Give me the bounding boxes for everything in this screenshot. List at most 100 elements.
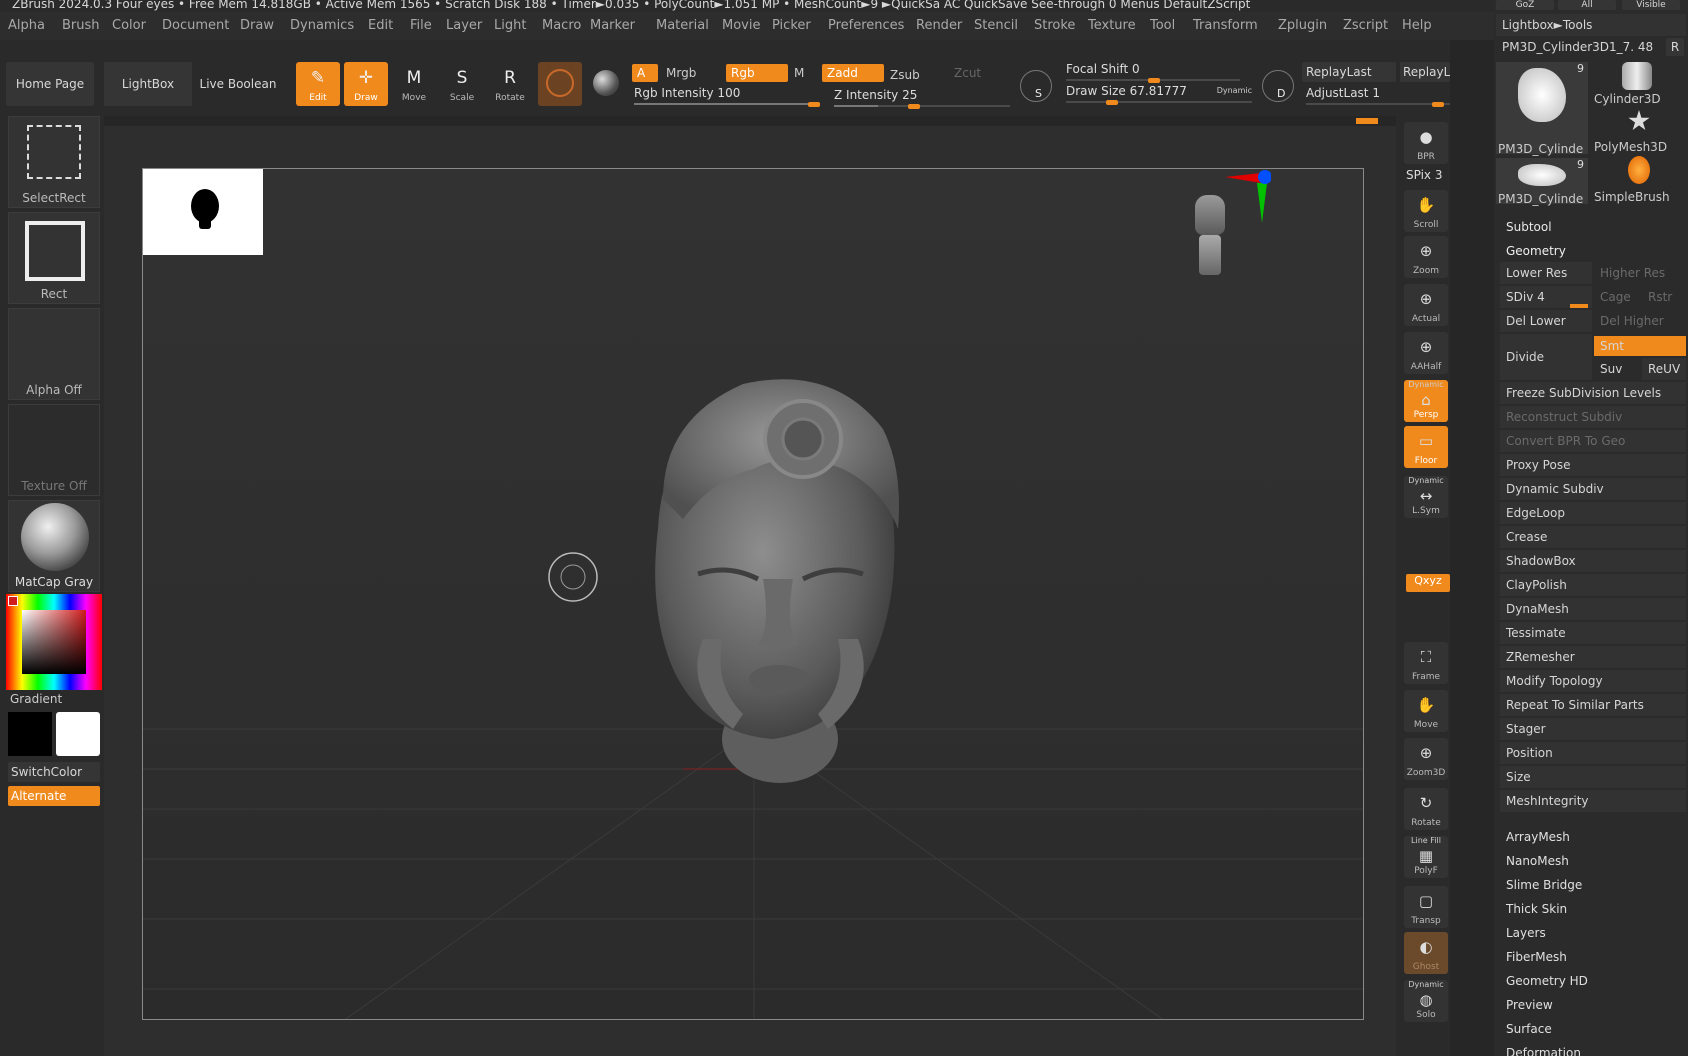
tray-top-visible-button[interactable]: Visible bbox=[1622, 0, 1680, 10]
menu-stencil[interactable]: Stencil bbox=[974, 18, 1018, 33]
menu-brush[interactable]: Brush bbox=[62, 18, 100, 33]
geometry-position-button[interactable]: Position bbox=[1500, 742, 1686, 764]
tool-edit-button[interactable]: ✎ Edit bbox=[296, 62, 340, 106]
alpha-button[interactable]: Alpha Off bbox=[8, 308, 100, 400]
shelf-zoom3d-button[interactable]: ⊕ Zoom3D bbox=[1404, 738, 1448, 780]
menu-movie[interactable]: Movie bbox=[722, 18, 760, 33]
shelf-persp-button[interactable]: Dynamic ⌂ Persp bbox=[1404, 380, 1448, 422]
geometry-tessimate-button[interactable]: Tessimate bbox=[1500, 622, 1686, 644]
geometry-size-button[interactable]: Size bbox=[1500, 766, 1686, 788]
tray-top-all-button[interactable]: All bbox=[1558, 0, 1616, 10]
tool-thumbnail-2[interactable]: PolyMesh3D bbox=[1592, 108, 1684, 154]
menu-color[interactable]: Color bbox=[112, 18, 146, 33]
section-nanomesh[interactable]: NanoMesh bbox=[1506, 854, 1569, 868]
color-picker[interactable] bbox=[6, 594, 102, 690]
section-preview[interactable]: Preview bbox=[1506, 998, 1553, 1012]
divide-button[interactable]: Divide bbox=[1500, 334, 1592, 380]
lightbox-tools-button[interactable]: Lightbox►Tools bbox=[1496, 14, 1686, 36]
alternate-button[interactable]: Alternate bbox=[8, 786, 100, 806]
document-canvas[interactable] bbox=[142, 168, 1364, 1020]
r-button[interactable]: R bbox=[1666, 38, 1684, 56]
material-button[interactable]: MatCap Gray bbox=[8, 500, 100, 592]
del-lower-button[interactable]: Del Lower bbox=[1500, 310, 1592, 332]
current-tool-slider[interactable]: PM3D_Cylinder3D1_7. 48 bbox=[1496, 36, 1666, 58]
geometry-dynamic-subdiv-button[interactable]: Dynamic Subdiv bbox=[1500, 478, 1686, 500]
lower-res-button[interactable]: Lower Res bbox=[1500, 262, 1592, 284]
smt-button[interactable]: Smt bbox=[1594, 336, 1686, 356]
section-arraymesh[interactable]: ArrayMesh bbox=[1506, 830, 1570, 844]
tool-thumbnail-3[interactable]: PM3D_Cylinde 9 bbox=[1496, 158, 1588, 206]
geometry-meshintegrity-button[interactable]: MeshIntegrity bbox=[1500, 790, 1686, 812]
shelf-scroll-button[interactable]: ✋ Scroll bbox=[1404, 190, 1448, 232]
sdiv-slider[interactable]: SDiv 4 bbox=[1500, 286, 1592, 308]
axis-gizmo[interactable] bbox=[1221, 169, 1271, 225]
mrgb-button[interactable]: Mrgb bbox=[666, 66, 696, 80]
dynamic-label[interactable]: Dynamic bbox=[1217, 86, 1252, 95]
reuv-button[interactable]: ReUV bbox=[1642, 358, 1686, 380]
live-boolean-button[interactable]: Live Boolean bbox=[198, 62, 278, 106]
geometry-edgeloop-button[interactable]: EdgeLoop bbox=[1500, 502, 1686, 524]
menu-tool[interactable]: Tool bbox=[1150, 18, 1175, 33]
menu-stroke[interactable]: Stroke bbox=[1034, 18, 1075, 33]
xyz-symmetry-button[interactable]: Qxyz bbox=[1406, 574, 1450, 592]
menu-material[interactable]: Material bbox=[656, 18, 709, 33]
menu-marker[interactable]: Marker bbox=[590, 18, 635, 33]
tool-move-button[interactable]: M Move bbox=[392, 62, 436, 106]
geometry-stager-button[interactable]: Stager bbox=[1500, 718, 1686, 740]
shelf-floor-button[interactable]: ▭ Floor bbox=[1404, 426, 1448, 468]
geometry-convert-bpr-to-geo-button[interactable]: Convert BPR To Geo bbox=[1500, 430, 1686, 452]
geometry-header[interactable]: Geometry bbox=[1506, 244, 1566, 258]
rgb-intensity-slider[interactable]: Rgb Intensity 100 bbox=[634, 86, 820, 107]
menu-zscript[interactable]: Zscript bbox=[1343, 18, 1388, 33]
menu-preferences[interactable]: Preferences bbox=[828, 18, 904, 33]
menu-layer[interactable]: Layer bbox=[446, 18, 482, 33]
menu-help[interactable]: Help bbox=[1402, 18, 1432, 33]
shelf-move-button[interactable]: ✋ Move bbox=[1404, 690, 1448, 732]
focal-brush-icon[interactable]: S bbox=[1020, 70, 1052, 102]
menu-texture[interactable]: Texture bbox=[1088, 18, 1136, 33]
spix-slider[interactable]: SPix 3 bbox=[1406, 168, 1442, 182]
section-deformation[interactable]: Deformation bbox=[1506, 1046, 1581, 1056]
geometry-zremesher-button[interactable]: ZRemesher bbox=[1500, 646, 1686, 668]
menu-zplugin[interactable]: Zplugin bbox=[1278, 18, 1327, 33]
rgb-button[interactable]: Rgb bbox=[726, 64, 788, 82]
section-geometry-hd[interactable]: Geometry HD bbox=[1506, 974, 1588, 988]
menu-render[interactable]: Render bbox=[916, 18, 962, 33]
menu-edit[interactable]: Edit bbox=[368, 18, 393, 33]
geometry-reconstruct-subdiv-button[interactable]: Reconstruct Subdiv bbox=[1500, 406, 1686, 428]
del-higher-button[interactable]: Del Higher bbox=[1594, 310, 1686, 332]
shelf-lsym-button[interactable]: Dynamic ↔ L.Sym bbox=[1404, 476, 1448, 518]
shelf-solo-button[interactable]: Dynamic ◍ Solo bbox=[1404, 980, 1448, 1022]
stroke-sphere-button[interactable] bbox=[584, 62, 628, 106]
zsub-button[interactable]: Zsub bbox=[890, 68, 920, 82]
section-surface[interactable]: Surface bbox=[1506, 1022, 1552, 1036]
section-layers[interactable]: Layers bbox=[1506, 926, 1546, 940]
replay-last-button[interactable]: ReplayLast bbox=[1302, 62, 1396, 82]
subtool-header[interactable]: Subtool bbox=[1506, 220, 1552, 234]
section-thick-skin[interactable]: Thick Skin bbox=[1506, 902, 1567, 916]
shelf-polyf-button[interactable]: Line Fill ▦ PolyF bbox=[1404, 836, 1448, 878]
focal-shift-slider[interactable]: Focal Shift 0 bbox=[1066, 62, 1240, 83]
shelf-zoom-button[interactable]: ⊕ Zoom bbox=[1404, 236, 1448, 278]
menu-alpha[interactable]: Alpha bbox=[8, 18, 45, 33]
geometry-dynamesh-button[interactable]: DynaMesh bbox=[1500, 598, 1686, 620]
menu-draw[interactable]: Draw bbox=[240, 18, 274, 33]
geometry-shadowbox-button[interactable]: ShadowBox bbox=[1500, 550, 1686, 572]
tool-thumbnail-1[interactable]: Cylinder3D bbox=[1592, 60, 1684, 106]
shelf-bpr-button[interactable]: ● BPR bbox=[1404, 122, 1448, 164]
rstr-button[interactable]: Rstr bbox=[1642, 286, 1686, 308]
shelf-transp-button[interactable]: ▢ Transp bbox=[1404, 886, 1448, 928]
navigator-thumbnail[interactable] bbox=[143, 169, 263, 255]
shelf-actual-button[interactable]: ⊕ Actual bbox=[1404, 284, 1448, 326]
shelf-ghost-button[interactable]: ◐ Ghost bbox=[1404, 932, 1448, 974]
menu-file[interactable]: File bbox=[410, 18, 432, 33]
menu-macro[interactable]: Macro bbox=[542, 18, 581, 33]
gradient-label[interactable]: Gradient bbox=[10, 692, 62, 706]
geometry-freeze-subdivision-levels-button[interactable]: Freeze SubDivision Levels bbox=[1500, 382, 1686, 404]
suv-button[interactable]: Suv bbox=[1594, 358, 1638, 380]
menu-dynamics[interactable]: Dynamics bbox=[290, 18, 354, 33]
tool-thumbnail-4[interactable]: SimpleBrush bbox=[1592, 154, 1684, 204]
a-button[interactable]: A bbox=[632, 64, 658, 82]
menu-document[interactable]: Document bbox=[162, 18, 229, 33]
tool-draw-button[interactable]: ✛ Draw bbox=[344, 62, 388, 106]
